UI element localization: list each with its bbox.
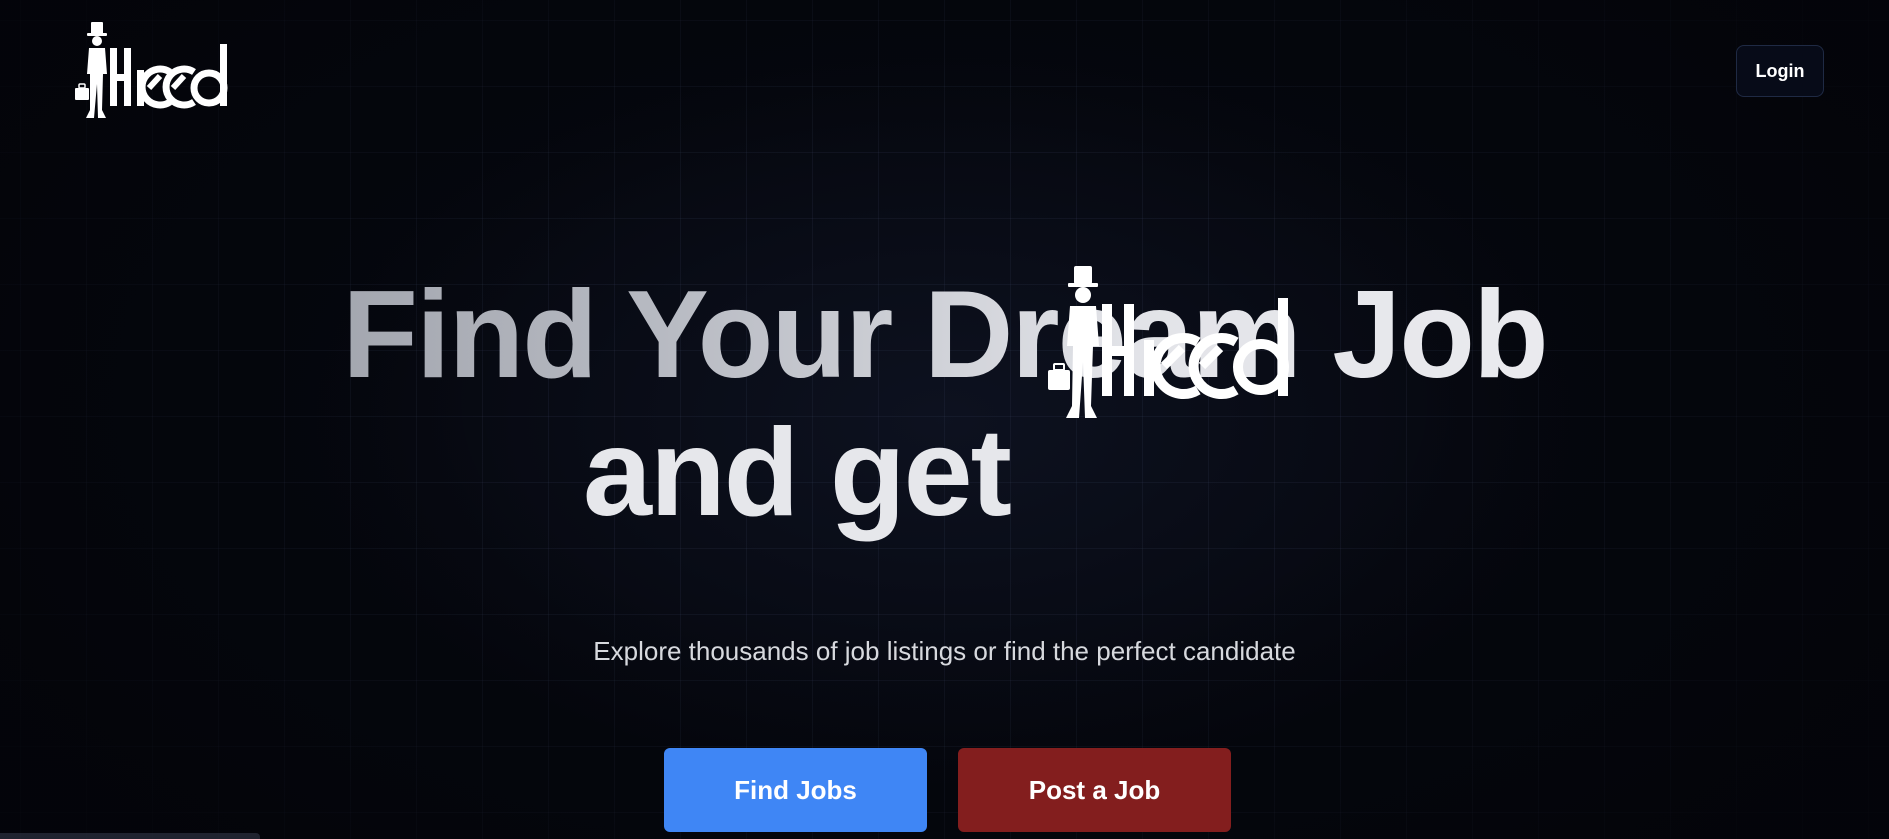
horizontal-scrollbar[interactable]	[0, 833, 260, 839]
hero-headline-line1: Find Your Dream Job	[0, 270, 1889, 400]
find-jobs-button[interactable]: Find Jobs	[664, 748, 927, 832]
hero-headline-and-get: and get	[583, 404, 1012, 542]
brand-logo-icon[interactable]	[74, 22, 234, 122]
top-header: Login	[0, 0, 1889, 140]
hero-headline-line2: and get	[0, 266, 1889, 564]
hero-subtitle: Explore thousands of job listings or fin…	[593, 636, 1296, 666]
hero-brand-logo-icon	[1048, 266, 1308, 426]
hero-section: Find Your Dream Job and get	[0, 266, 1889, 564]
cta-buttons: Find Jobs Post a Job	[0, 748, 1889, 834]
landing-page: Login Find Your Dream Job and get Explor…	[0, 0, 1889, 839]
post-job-button[interactable]: Post a Job	[958, 748, 1231, 832]
login-button[interactable]: Login	[1736, 45, 1824, 97]
